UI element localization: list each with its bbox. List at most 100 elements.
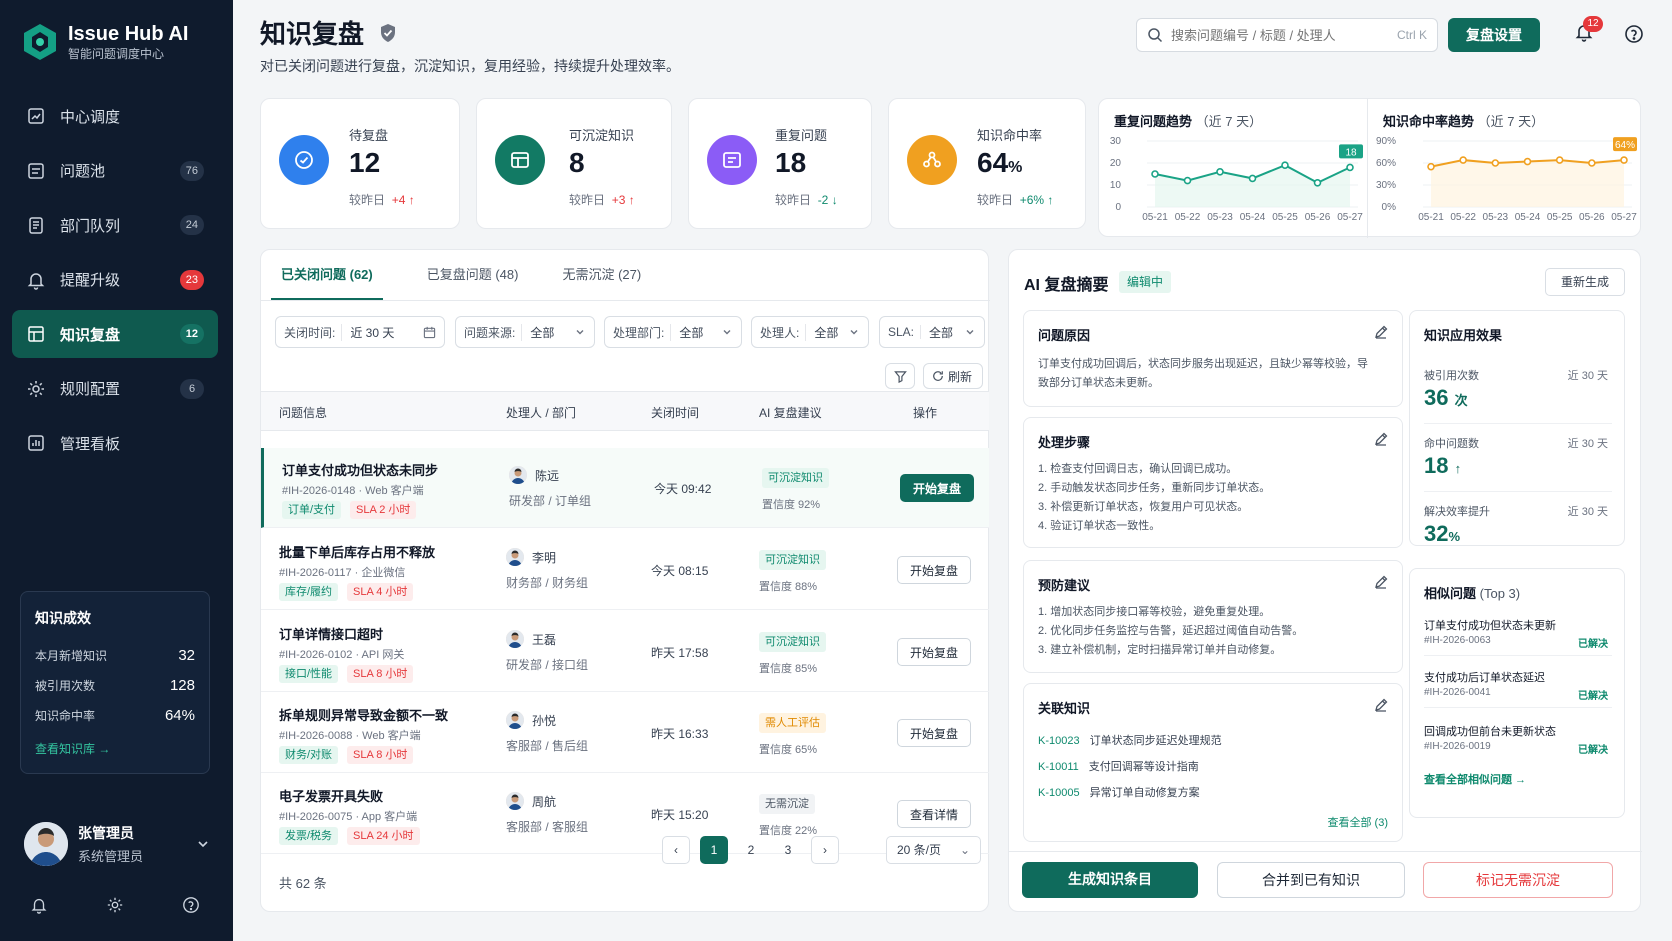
chevron-down-icon[interactable] [196,837,210,851]
data-point [1313,178,1322,187]
row-action-button[interactable]: 查看详情 [897,800,971,828]
grid-book-icon [28,326,44,342]
tab-closed[interactable]: 已关闭问题 (62) [271,250,383,300]
sidebar-item-escalation[interactable]: 提醒升级 23 [12,256,218,304]
issue-title[interactable]: 批量下单后库存占用不释放 [279,542,435,561]
search-box[interactable]: Ctrl K [1136,18,1438,52]
filter-handler[interactable]: 处理人: 全部 [751,316,869,348]
prevention-section: 预防建议 1. 增加状态同步接口幂等校验，避免重复处理。 2. 优化同步任务监控与… [1023,560,1403,673]
related-knowledge-item[interactable]: K-10011 支付回调幂等设计指南 [1038,758,1199,774]
x-tick-label: 05-22 [1450,212,1476,223]
kpi-card-pending[interactable]: 待复盘 12 较昨日 +4 ↑ [260,98,460,229]
similar-issue-title[interactable]: 订单支付成功但状态未更新 [1424,617,1556,633]
filter-department[interactable]: 处理部门: 全部 [604,316,742,348]
table-row[interactable]: 拆单规则异常导致金额不一致 #IH-2026-0088 · Web 客户端 财务/对… [261,693,989,773]
sidebar-item-issue-pool[interactable]: 问题池 76 [12,147,218,195]
help-icon[interactable] [1624,24,1644,44]
view-all-related-link[interactable]: 查看全部 (3) [1328,814,1389,830]
page-2-button[interactable]: 2 [737,836,765,864]
steps-list: 1. 检查支付回调日志，确认回调已成功。 2. 手动触发状态同步任务，重新同步订单… [1038,463,1271,532]
issue-title[interactable]: 订单支付成功但状态未同步 [282,460,438,479]
issue-title[interactable]: 订单详情接口超时 [279,624,383,643]
row-action-button[interactable]: 开始复盘 [897,556,971,584]
user-name: 张管理员 [78,825,134,841]
y-tick-label: 30 [1110,136,1122,147]
edit-icon[interactable] [1374,432,1388,446]
stat-row: 知识命中率 64% [35,700,195,730]
issue-title[interactable]: 电子发票开具失败 [279,786,383,805]
mark-no-need-button[interactable]: 标记无需沉淀 [1423,862,1613,898]
logo-icon [24,24,56,60]
ai-suggestion-badge: 需人工评估 [759,713,826,733]
handler: 陈远 [509,466,559,484]
view-knowledge-base-link[interactable]: 查看知识库 → [35,740,195,757]
page-size-select[interactable]: 20 条/页 ⌄ [886,836,981,864]
gear-icon [28,380,44,397]
divider [1009,851,1642,852]
edit-icon[interactable] [1374,325,1388,339]
page-3-button[interactable]: 3 [774,836,802,864]
review-settings-button[interactable]: 复盘设置 [1448,18,1540,52]
similar-issue-title[interactable]: 回调成功但前台未更新状态 [1424,723,1556,739]
handler-name: 孙悦 [532,713,557,728]
similar-issue-title[interactable]: 支付成功后订单状态延迟 [1424,669,1545,685]
merge-knowledge-button[interactable]: 合并到已有知识 [1217,862,1405,898]
advanced-filter-button[interactable] [885,363,915,389]
avatar [506,630,524,648]
kpi-card-repeat[interactable]: 重复问题 18 较昨日 -2 ↓ [688,98,872,229]
table-row[interactable]: 批量下单后库存占用不释放 #IH-2026-0117 · 企业微信 库存/履约 SLA… [261,530,989,610]
user-profile[interactable]: 张管理员 系统管理员 [24,822,210,866]
app-logo[interactable]: Issue Hub AI 智能问题调度中心 [20,22,188,62]
sidebar-item-knowledge-review[interactable]: 知识复盘 12 [12,310,218,358]
next-page-button[interactable]: › [811,836,839,864]
prev-page-button[interactable]: ‹ [662,836,690,864]
x-tick-label: 05-26 [1305,212,1331,223]
table-row[interactable]: 订单详情接口超时 #IH-2026-0102 · API 网关 接口/性能 SLA 8… [261,612,989,692]
x-tick-label: 05-27 [1337,212,1363,223]
tab-no-need[interactable]: 无需沉淀 (27) [562,250,641,300]
issue-title[interactable]: 拆单规则异常导致金额不一致 [279,705,448,724]
cause-section: 问题原因 订单支付成功回调后，状态同步服务出现延迟，且缺少幂等校验，导 致部分订单… [1023,310,1403,407]
y-tick-label: 0% [1382,202,1397,213]
refresh-icon [933,371,943,381]
filter-sla[interactable]: SLA: 全部 [879,316,985,348]
related-knowledge-item[interactable]: K-10023 订单状态同步延迟处理规范 [1038,732,1222,748]
gear-icon[interactable] [106,896,124,914]
bell-icon[interactable] [30,896,48,914]
data-point [1555,156,1564,164]
ai-suggestion-badge: 无需沉淀 [759,794,815,814]
kpi-card-knowledge[interactable]: 可沉淀知识 8 较昨日 +3 ↑ [476,98,672,229]
kpi-card-hit-rate[interactable]: 知识命中率 64% 较昨日 +6% ↑ [888,98,1086,229]
section-title: 关联知识 [1038,701,1091,716]
sidebar-item-board[interactable]: 管理看板 [12,419,218,467]
related-knowledge-item[interactable]: K-10005 异常订单自动修复方案 [1038,784,1200,800]
view-all-similar-link[interactable]: 查看全部相似问题 → [1424,771,1526,787]
edit-icon[interactable] [1374,575,1388,589]
help-icon[interactable] [182,896,200,914]
row-action-button[interactable]: 开始复盘 [897,638,971,666]
y-tick-label: 90% [1376,136,1396,147]
table-row[interactable]: 电子发票开具失败 #IH-2026-0075 · App 客户端 发票/税务 SLA … [261,774,989,854]
sidebar-item-rules[interactable]: 规则配置 6 [12,365,218,413]
row-action-button[interactable]: 开始复盘 [900,474,974,502]
refresh-button[interactable]: 刷新 [923,363,983,389]
filter-source[interactable]: 问题来源: 全部 [455,316,595,348]
col-header-info: 问题信息 [279,406,328,420]
regenerate-button[interactable]: 重新生成 [1545,268,1625,296]
series-area [1431,160,1624,207]
row-action-button[interactable]: 开始复盘 [897,719,971,747]
sidebar-item-dispatch[interactable]: 中心调度 [12,92,218,140]
series-area [1155,165,1350,207]
filter-close-time[interactable]: 关闭时间: 近 30 天 [275,316,445,348]
handler: 李明 [506,548,556,566]
edit-icon[interactable] [1374,698,1388,712]
search-input[interactable] [1171,27,1397,43]
generate-knowledge-button[interactable]: 生成知识条目 [1022,862,1198,898]
sla-tag: SLA 4 小时 [347,583,414,601]
status-badge: 已解决 [1578,691,1608,702]
page-1-button[interactable]: 1 [700,836,728,864]
tab-reviewed[interactable]: 已复盘问题 (48) [427,250,519,300]
table-row[interactable]: 订单支付成功但状态未同步 #IH-2026-0148 · Web 客户端 订单/支付… [261,448,989,528]
metric-period: 近 30 天 [1567,438,1608,450]
sidebar-item-dept-queue[interactable]: 部门队列 24 [12,201,218,249]
